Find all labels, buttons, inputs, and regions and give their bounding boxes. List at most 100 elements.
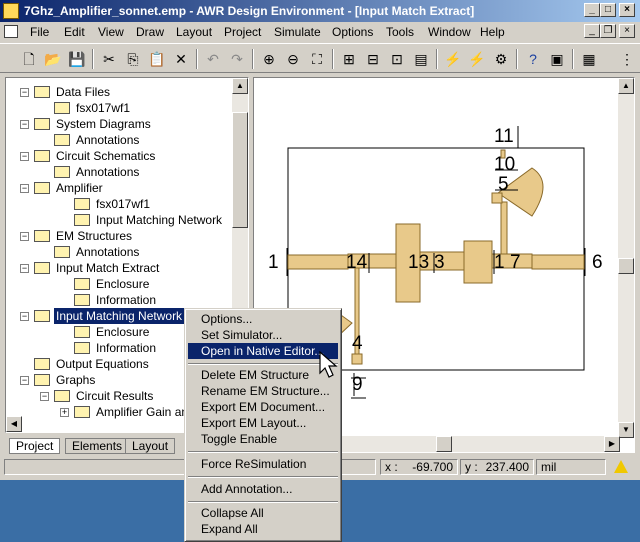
port-label-5: 5 xyxy=(498,174,509,195)
paste-icon[interactable]: 📋 xyxy=(146,49,168,69)
add-via-icon[interactable]: ⊟ xyxy=(362,49,384,69)
tab-project[interactable]: Project xyxy=(9,438,61,454)
minimize-button[interactable]: _ xyxy=(584,3,600,17)
scroll-thumb[interactable] xyxy=(232,112,248,228)
menu-item-options[interactable]: Options... xyxy=(188,311,338,327)
tree-expander[interactable]: − xyxy=(20,184,29,193)
annotation-icon xyxy=(54,134,70,146)
menu-item-expand-all[interactable]: Expand All xyxy=(188,521,338,537)
system-diagram-icon xyxy=(34,118,50,130)
tab-layout[interactable]: Layout xyxy=(125,438,176,454)
tree-item-label: Information xyxy=(96,341,157,355)
add-shape-icon[interactable]: ▤ xyxy=(410,49,432,69)
redo-icon[interactable]: ↷ xyxy=(226,49,248,69)
tree-item-label: System Diagrams xyxy=(56,117,151,131)
mdi-restore-button[interactable]: ❐ xyxy=(600,24,616,38)
menu-draw[interactable]: Draw xyxy=(136,25,164,39)
x-value: -69.700 xyxy=(412,460,453,474)
undo-icon[interactable]: ↶ xyxy=(202,49,224,69)
scroll-left-button[interactable]: ◀ xyxy=(6,416,22,432)
tree-item-label: Annotations xyxy=(76,165,140,179)
document-icon[interactable] xyxy=(4,25,18,38)
menu-tools[interactable]: Tools xyxy=(386,25,414,39)
tree-expander[interactable]: − xyxy=(40,392,49,401)
tree-expander[interactable]: − xyxy=(20,312,29,321)
menu-item-export-em-layout[interactable]: Export EM Layout... xyxy=(188,415,338,431)
layout-vertical-scrollbar[interactable]: ▲ ▼ xyxy=(618,78,634,438)
menu-file[interactable]: File xyxy=(30,25,49,39)
toolbar-overflow-icon[interactable]: ⋮ xyxy=(616,49,638,69)
tree-expander[interactable]: − xyxy=(20,120,29,129)
add-port-icon[interactable]: ⊞ xyxy=(338,49,360,69)
port-label-3: 3 xyxy=(434,252,445,273)
menu-project[interactable]: Project xyxy=(224,25,261,39)
tree-item-label: EM Structures xyxy=(56,229,133,243)
menu-item-rename-em-structure[interactable]: Rename EM Structure... xyxy=(188,383,338,399)
add-edge-port-icon[interactable]: ⊡ xyxy=(386,49,408,69)
cut-icon[interactable]: ✂ xyxy=(98,49,120,69)
tree-item-label: Annotations xyxy=(76,245,140,259)
tree-item-label: Enclosure xyxy=(96,325,150,339)
port-label-9: 9 xyxy=(352,374,363,395)
menu-item-force-resimulation[interactable]: Force ReSimulation xyxy=(188,456,338,472)
mdi-minimize-button[interactable]: _ xyxy=(584,24,600,38)
graph-icon xyxy=(74,406,90,418)
layer-icon[interactable]: ▦ xyxy=(578,49,600,69)
copy-icon[interactable]: ⎘ xyxy=(122,49,144,69)
menu-item-set-simulator[interactable]: Set Simulator... xyxy=(188,327,338,343)
folder-icon xyxy=(34,86,50,98)
close-button[interactable]: × xyxy=(619,3,635,17)
info-icon xyxy=(74,294,90,306)
em-structures-icon xyxy=(34,230,50,242)
menu-layout[interactable]: Layout xyxy=(176,25,212,39)
y-coordinate: y : 237.400 xyxy=(460,459,534,475)
menu-item-collapse-all[interactable]: Collapse All xyxy=(188,505,338,521)
menu-item-delete-em-structure[interactable]: Delete EM Structure xyxy=(188,367,338,383)
title-bar[interactable]: 7Ghz_Amplifier_sonnet.emp - AWR Design E… xyxy=(0,0,640,22)
tree-expander[interactable]: − xyxy=(20,152,29,161)
delete-icon[interactable]: ✕ xyxy=(170,49,192,69)
tree-expander[interactable]: − xyxy=(20,88,29,97)
view-all-icon[interactable]: ⛶ xyxy=(306,49,328,69)
annotation-icon xyxy=(54,246,70,258)
menu-simulate[interactable]: Simulate xyxy=(274,25,321,39)
folder-icon xyxy=(54,390,70,402)
menu-edit[interactable]: Edit xyxy=(64,25,85,39)
analyze-icon[interactable]: ⚡ xyxy=(442,49,464,69)
zoom-in-icon[interactable]: ⊕ xyxy=(258,49,280,69)
window-title: 7Ghz_Amplifier_sonnet.emp - AWR Design E… xyxy=(24,4,475,18)
menu-item-toggle-enable[interactable]: Toggle Enable xyxy=(188,431,338,447)
tune-tool-icon[interactable]: ⚙ xyxy=(490,49,512,69)
tree-item-label: Information xyxy=(96,293,157,307)
units-field: mil xyxy=(536,459,606,475)
mdi-close-button[interactable]: × xyxy=(619,24,635,38)
open-icon[interactable]: 📂 xyxy=(42,49,64,69)
element-icon[interactable]: ▣ xyxy=(546,49,568,69)
port-label-11: 11 xyxy=(494,126,514,147)
port-label-4: 4 xyxy=(352,333,363,354)
menu-help[interactable]: Help xyxy=(480,25,505,39)
tune-icon[interactable]: ⚡ xyxy=(466,49,488,69)
maximize-button[interactable]: □ xyxy=(600,3,616,17)
graph-icon xyxy=(34,374,50,386)
menu-item-add-annotation[interactable]: Add Annotation... xyxy=(188,481,338,497)
tree-expander[interactable]: − xyxy=(20,232,29,241)
tab-elements[interactable]: Elements xyxy=(65,438,130,454)
app-icon[interactable] xyxy=(3,3,19,19)
tree-expander[interactable]: − xyxy=(20,376,29,385)
menu-view[interactable]: View xyxy=(98,25,124,39)
menu-options[interactable]: Options xyxy=(332,25,373,39)
tree-expander[interactable]: + xyxy=(60,408,69,417)
menu-item-export-em-document[interactable]: Export EM Document... xyxy=(188,399,338,415)
scroll-up-button[interactable]: ▲ xyxy=(232,78,248,94)
annotation-icon xyxy=(54,166,70,178)
tree-expander[interactable]: − xyxy=(20,264,29,273)
help-icon[interactable]: ? xyxy=(522,49,544,69)
warning-icon[interactable] xyxy=(614,460,628,473)
tree-item-label: Enclosure xyxy=(96,277,150,291)
menu-item-open-native-editor[interactable]: Open in Native Editor... xyxy=(188,343,338,359)
zoom-out-icon[interactable]: ⊖ xyxy=(282,49,304,69)
new-icon[interactable]: 🗋 xyxy=(18,49,40,69)
save-icon[interactable]: 💾 xyxy=(66,49,88,69)
menu-window[interactable]: Window xyxy=(428,25,471,39)
